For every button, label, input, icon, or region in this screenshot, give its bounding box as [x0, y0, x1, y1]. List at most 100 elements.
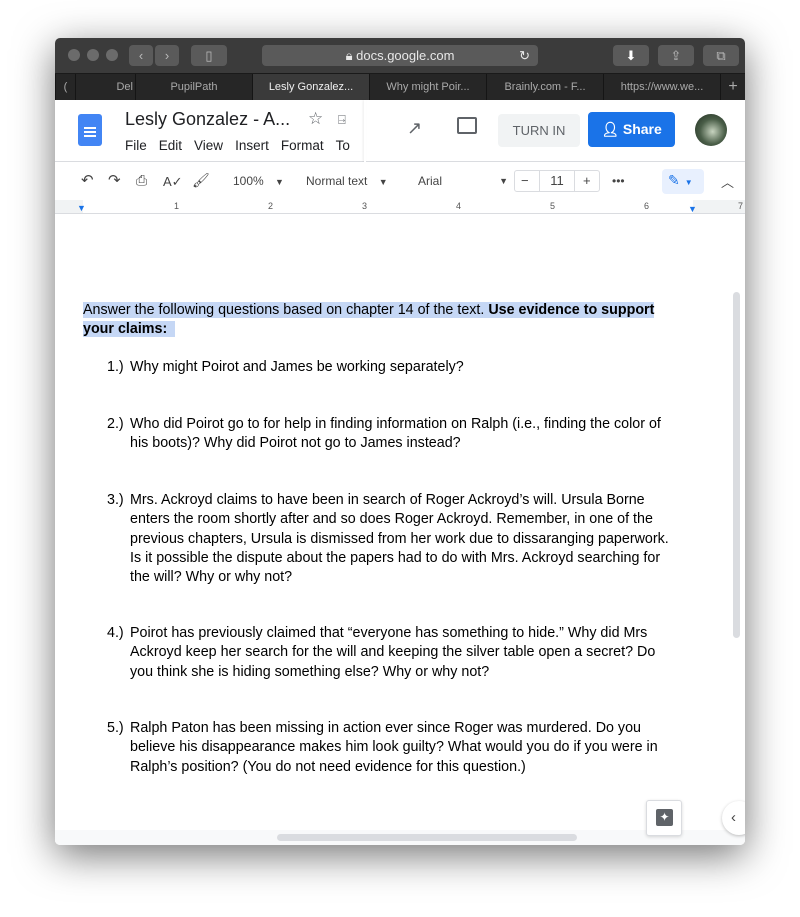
question-3: 3.) Mrs. Ackroyd claims to have been in s…: [107, 491, 687, 587]
font-value: Arial: [418, 174, 443, 188]
new-tab-button[interactable]: +: [720, 74, 745, 100]
decrease-font-size-button[interactable]: −: [521, 173, 529, 188]
more-options-button[interactable]: •••: [612, 174, 625, 188]
question-1: 1.) Why might Poirot and James be working…: [107, 358, 687, 377]
pencil-icon: ✎: [668, 172, 680, 188]
style-select[interactable]: Normal text ▼: [306, 174, 388, 188]
menu-view[interactable]: View: [194, 138, 223, 153]
increase-font-size-button[interactable]: +: [583, 173, 591, 188]
question-line: Mrs. Ackroyd claims to have been in sear…: [130, 492, 645, 508]
ruler[interactable]: ▼ 1 2 3 4 5 6 7 ▼: [55, 200, 745, 214]
document-title[interactable]: Lesly Gonzalez - A...: [125, 109, 290, 130]
collapse-menus-icon[interactable]: ︿: [721, 172, 734, 191]
tabs-overview-icon[interactable]: ⧉: [703, 45, 739, 66]
zoom-value: 100%: [233, 174, 264, 188]
ruler-number: 5: [550, 201, 556, 211]
sidebar-icon[interactable]: ▯: [191, 45, 227, 66]
right-indent-marker[interactable]: ▼: [688, 204, 697, 214]
ruler-number: 1: [174, 201, 180, 211]
close-window-button[interactable]: [68, 49, 80, 61]
ruler-number: 6: [644, 201, 650, 211]
url-text: docs.google.com: [356, 48, 455, 63]
intro-text: Answer the following questions based on …: [83, 302, 489, 318]
zoom-select[interactable]: 100% ▼: [233, 174, 284, 188]
print-icon[interactable]: ⎙: [136, 172, 147, 189]
share-icon[interactable]: ⇪: [658, 45, 694, 66]
question-number: 1.): [107, 359, 124, 375]
question-line: Is it possible the dispute about the pap…: [130, 549, 661, 566]
person-icon: 👤︎: [601, 121, 623, 137]
minimize-window-button[interactable]: [87, 49, 99, 61]
download-icon[interactable]: ⬇: [613, 45, 649, 66]
question-line: Who did Poirot go to for help in finding…: [130, 416, 661, 432]
left-indent-marker[interactable]: ▼: [77, 203, 86, 213]
formatting-toolbar: ↶ ↷ ⎙ A✓ 🖌︎ 100% ▼ Normal text ▼ Arial ▼ …: [55, 162, 745, 200]
menu-format[interactable]: Format: [281, 138, 324, 153]
question-5: 5.) Ralph Paton has been missing in actio…: [107, 719, 687, 777]
forward-button[interactable]: ›: [155, 45, 179, 66]
question-line: Ackroyd keep her search for the will and…: [130, 644, 656, 661]
docs-logo-icon[interactable]: [78, 114, 102, 146]
document-canvas[interactable]: Answer the following questions based on …: [55, 214, 745, 845]
browser-window: ‹ › ▯ 🔒︎ docs.google.com ↻ ⬇ ⇪ ⧉ ( Del Pu…: [55, 38, 745, 845]
zoom-window-button[interactable]: [106, 49, 118, 61]
tab[interactable]: PupilPath: [135, 74, 252, 100]
chevron-down-icon: ▼: [499, 176, 508, 186]
tab-bar: ( Del PupilPath Lesly Gonzalez... Why mi…: [55, 73, 745, 100]
question-line: the will? Why or why not?: [130, 569, 293, 586]
menu-edit[interactable]: Edit: [159, 138, 182, 153]
font-select[interactable]: Arial ▼: [418, 174, 508, 188]
comments-icon[interactable]: [457, 117, 477, 134]
chevron-left-icon: ‹: [731, 809, 736, 826]
menu-tools[interactable]: To: [336, 138, 350, 153]
horizontal-scrollbar[interactable]: [277, 834, 577, 841]
share-button[interactable]: 👤︎ Share: [588, 112, 675, 147]
back-button[interactable]: ‹: [129, 45, 153, 66]
intro-bold: your claims:: [83, 321, 168, 338]
tab[interactable]: Why might Poir...: [369, 74, 486, 100]
spellcheck-icon[interactable]: A✓: [163, 174, 183, 190]
vertical-scrollbar[interactable]: [733, 292, 740, 638]
question-line: Poirot has previously claimed that “ever…: [130, 625, 648, 641]
ruler-number: 4: [456, 201, 462, 211]
question-2: 2.) Who did Poirot go to for help in find…: [107, 415, 687, 454]
turn-in-button[interactable]: TURN IN: [498, 114, 580, 147]
tab[interactable]: Del: [75, 74, 135, 100]
lock-icon: 🔒︎: [345, 48, 353, 63]
address-bar[interactable]: 🔒︎ docs.google.com ↻: [262, 45, 538, 66]
question-line: enters the room shortly after and so doe…: [130, 511, 653, 528]
explore-icon: ✦: [656, 809, 673, 826]
activity-trend-icon[interactable]: ↗: [407, 118, 422, 139]
tab[interactable]: (: [55, 74, 75, 100]
avatar[interactable]: [695, 114, 727, 146]
chevron-down-icon: ▼: [684, 178, 693, 187]
question-line: Ralph’s position? (You do not need evide…: [130, 758, 526, 775]
style-value: Normal text: [306, 174, 368, 188]
move-folder-icon[interactable]: ⍈: [338, 112, 346, 128]
tab-active[interactable]: Lesly Gonzalez...: [252, 74, 369, 100]
chevron-down-icon: ▼: [275, 177, 284, 187]
redo-icon[interactable]: ↷: [108, 171, 121, 189]
question-number: 4.): [107, 625, 124, 641]
share-label: Share: [622, 121, 662, 137]
tab[interactable]: https://www.we...: [603, 74, 720, 100]
font-size-input[interactable]: 11: [539, 171, 575, 191]
question-number: 3.): [107, 492, 124, 508]
tab[interactable]: Brainly.com - F...: [486, 74, 603, 100]
ruler-number: 2: [268, 201, 274, 211]
menu-insert[interactable]: Insert: [235, 138, 269, 153]
menu-file[interactable]: File: [125, 138, 147, 153]
question-number: 5.): [107, 720, 124, 736]
ruler-number: 7: [738, 201, 744, 211]
intro-paragraph: Answer the following questions based on …: [83, 301, 655, 340]
paint-format-icon[interactable]: 🖌︎: [192, 172, 210, 189]
question-line: his boots)? Why did Poirot not go to Jam…: [130, 435, 461, 452]
ruler-number: 3: [362, 201, 368, 211]
undo-icon[interactable]: ↶: [81, 171, 94, 189]
reload-icon[interactable]: ↻: [519, 45, 530, 66]
explore-button[interactable]: ✦: [646, 800, 682, 836]
chevron-down-icon: ▼: [378, 177, 388, 187]
question-number: 2.): [107, 416, 124, 432]
star-icon[interactable]: ☆: [308, 109, 323, 129]
editing-mode-button[interactable]: ✎ ▼: [662, 169, 704, 194]
